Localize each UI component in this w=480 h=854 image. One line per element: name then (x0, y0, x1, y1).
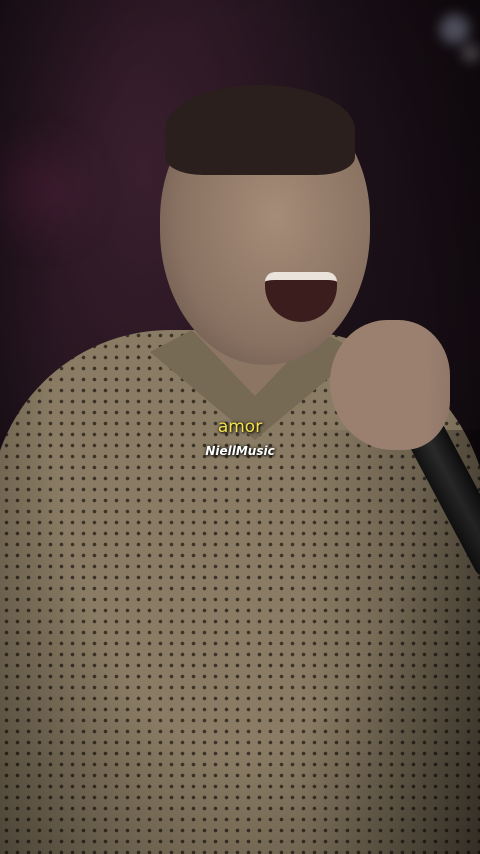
stage-light (462, 44, 480, 62)
stage-light (440, 14, 470, 44)
lyric-caption: amor (217, 417, 263, 437)
channel-watermark: NiellMusic (205, 444, 275, 458)
performer-hair (165, 85, 355, 175)
video-frame[interactable]: amor NiellMusic (0, 0, 480, 854)
stage-light (0, 150, 80, 230)
